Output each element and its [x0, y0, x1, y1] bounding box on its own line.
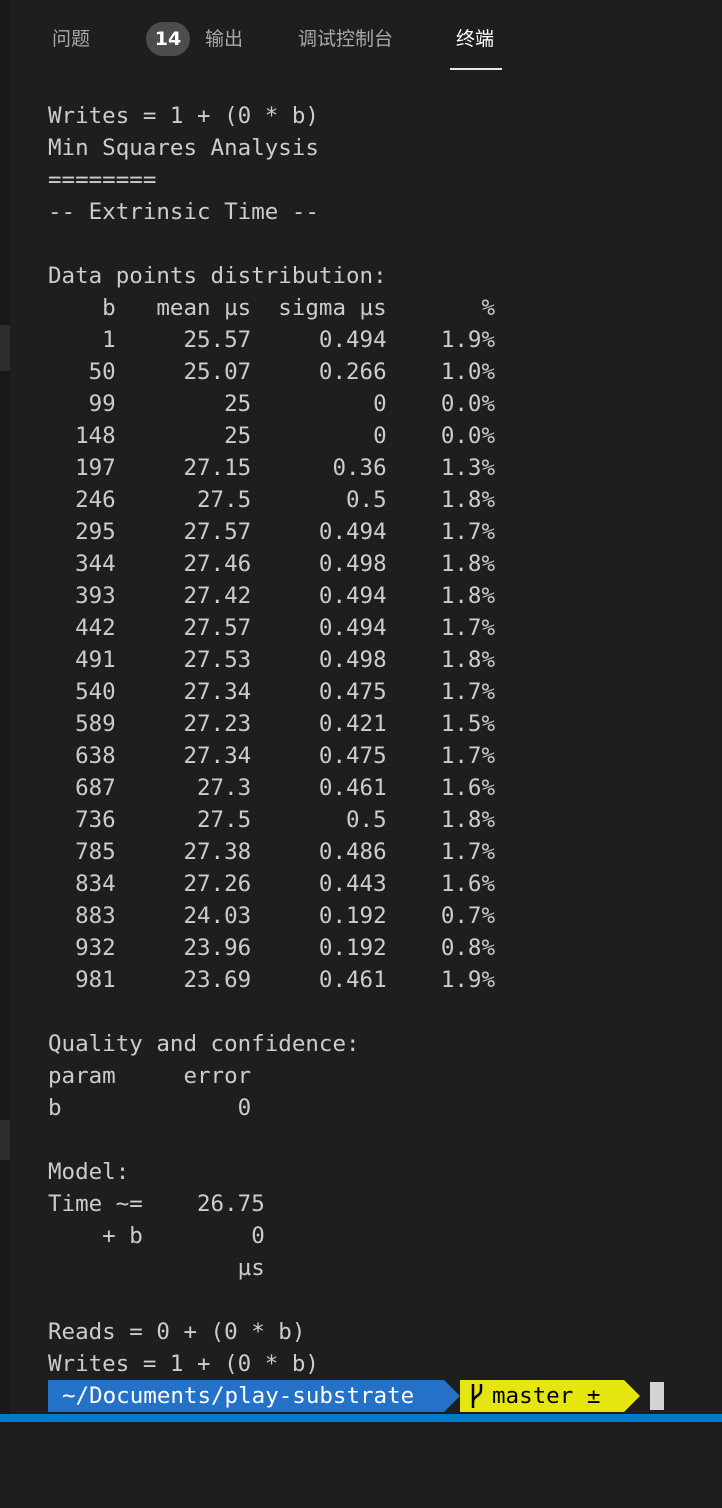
terminal-line: 1 25.57 0.494 1.9% [48, 327, 496, 353]
panel-tabs: 问题 14 输出 调试控制台 终端 [30, 0, 722, 72]
terminal-line: 883 24.03 0.192 0.7% [48, 903, 496, 929]
terminal-line: Quality and confidence: [48, 1031, 360, 1057]
terminal-line: 99 25 0 0.0% [48, 391, 496, 417]
terminal-line: 638 27.34 0.475 1.7% [48, 743, 496, 769]
terminal-line: b mean µs sigma µs % [48, 295, 496, 321]
terminal-line: 589 27.23 0.421 1.5% [48, 711, 496, 737]
terminal-line: 785 27.38 0.486 1.7% [48, 839, 496, 865]
terminal-line: Reads = 0 + (0 * b) [48, 1319, 306, 1345]
terminal-line: 981 23.69 0.461 1.9% [48, 967, 496, 993]
terminal-line: 932 23.96 0.192 0.8% [48, 935, 496, 961]
terminal-line: param error [48, 1063, 252, 1089]
terminal-line: + b 0 [48, 1223, 265, 1249]
git-branch-name: master ± [492, 1383, 601, 1409]
terminal-line: Writes = 1 + (0 * b) [48, 103, 319, 129]
tab-debug-console[interactable]: 调试控制台 [298, 24, 393, 54]
terminal-line: Model: [48, 1159, 130, 1185]
prompt-separator-arrow [444, 1380, 460, 1412]
terminal-line: Writes = 1 + (0 * b) [48, 1351, 319, 1377]
terminal-line: 834 27.26 0.443 1.6% [48, 871, 496, 897]
terminal-line: 393 27.42 0.494 1.8% [48, 583, 496, 609]
terminal-line: 736 27.5 0.5 1.8% [48, 807, 496, 833]
terminal-line: Time ~= 26.75 [48, 1191, 265, 1217]
prompt-git-segment: master ± [460, 1380, 624, 1412]
terminal-line: 295 27.57 0.494 1.7% [48, 519, 496, 545]
prompt-end-arrow [624, 1380, 640, 1412]
status-bar [0, 1414, 722, 1422]
terminal-output[interactable]: Writes = 1 + (0 * b) Min Squares Analysis… [48, 100, 495, 1380]
terminal-line: 442 27.57 0.494 1.7% [48, 615, 496, 641]
prompt-path: ~/Documents/play-substrate [48, 1380, 444, 1412]
active-tab-indicator [450, 68, 502, 70]
terminal-line: 148 25 0 0.0% [48, 423, 496, 449]
problems-count-badge: 14 [146, 22, 190, 56]
tab-terminal[interactable]: 终端 [456, 24, 494, 54]
terminal-line: 540 27.34 0.475 1.7% [48, 679, 496, 705]
terminal-line: Data points distribution: [48, 263, 387, 289]
git-branch-icon [471, 1384, 483, 1408]
editor-gutter [0, 0, 10, 1422]
terminal-line: Min Squares Analysis [48, 135, 319, 161]
terminal-line: b 0 [48, 1095, 252, 1121]
gutter-marker [0, 1120, 10, 1160]
terminal-line: -- Extrinsic Time -- [48, 199, 319, 225]
terminal-line: 344 27.46 0.498 1.8% [48, 551, 496, 577]
tab-problems[interactable]: 问题 [52, 24, 90, 54]
tab-output[interactable]: 输出 [205, 24, 243, 54]
gutter-marker [0, 325, 10, 371]
terminal-line: ======== [48, 167, 157, 193]
terminal-line: µs [48, 1255, 265, 1281]
terminal-line: 197 27.15 0.36 1.3% [48, 455, 496, 481]
terminal-line: 246 27.5 0.5 1.8% [48, 487, 496, 513]
terminal-line: 50 25.07 0.266 1.0% [48, 359, 496, 385]
terminal-cursor [650, 1382, 664, 1410]
terminal-line: 491 27.53 0.498 1.8% [48, 647, 496, 673]
terminal-line: 687 27.3 0.461 1.6% [48, 775, 496, 801]
